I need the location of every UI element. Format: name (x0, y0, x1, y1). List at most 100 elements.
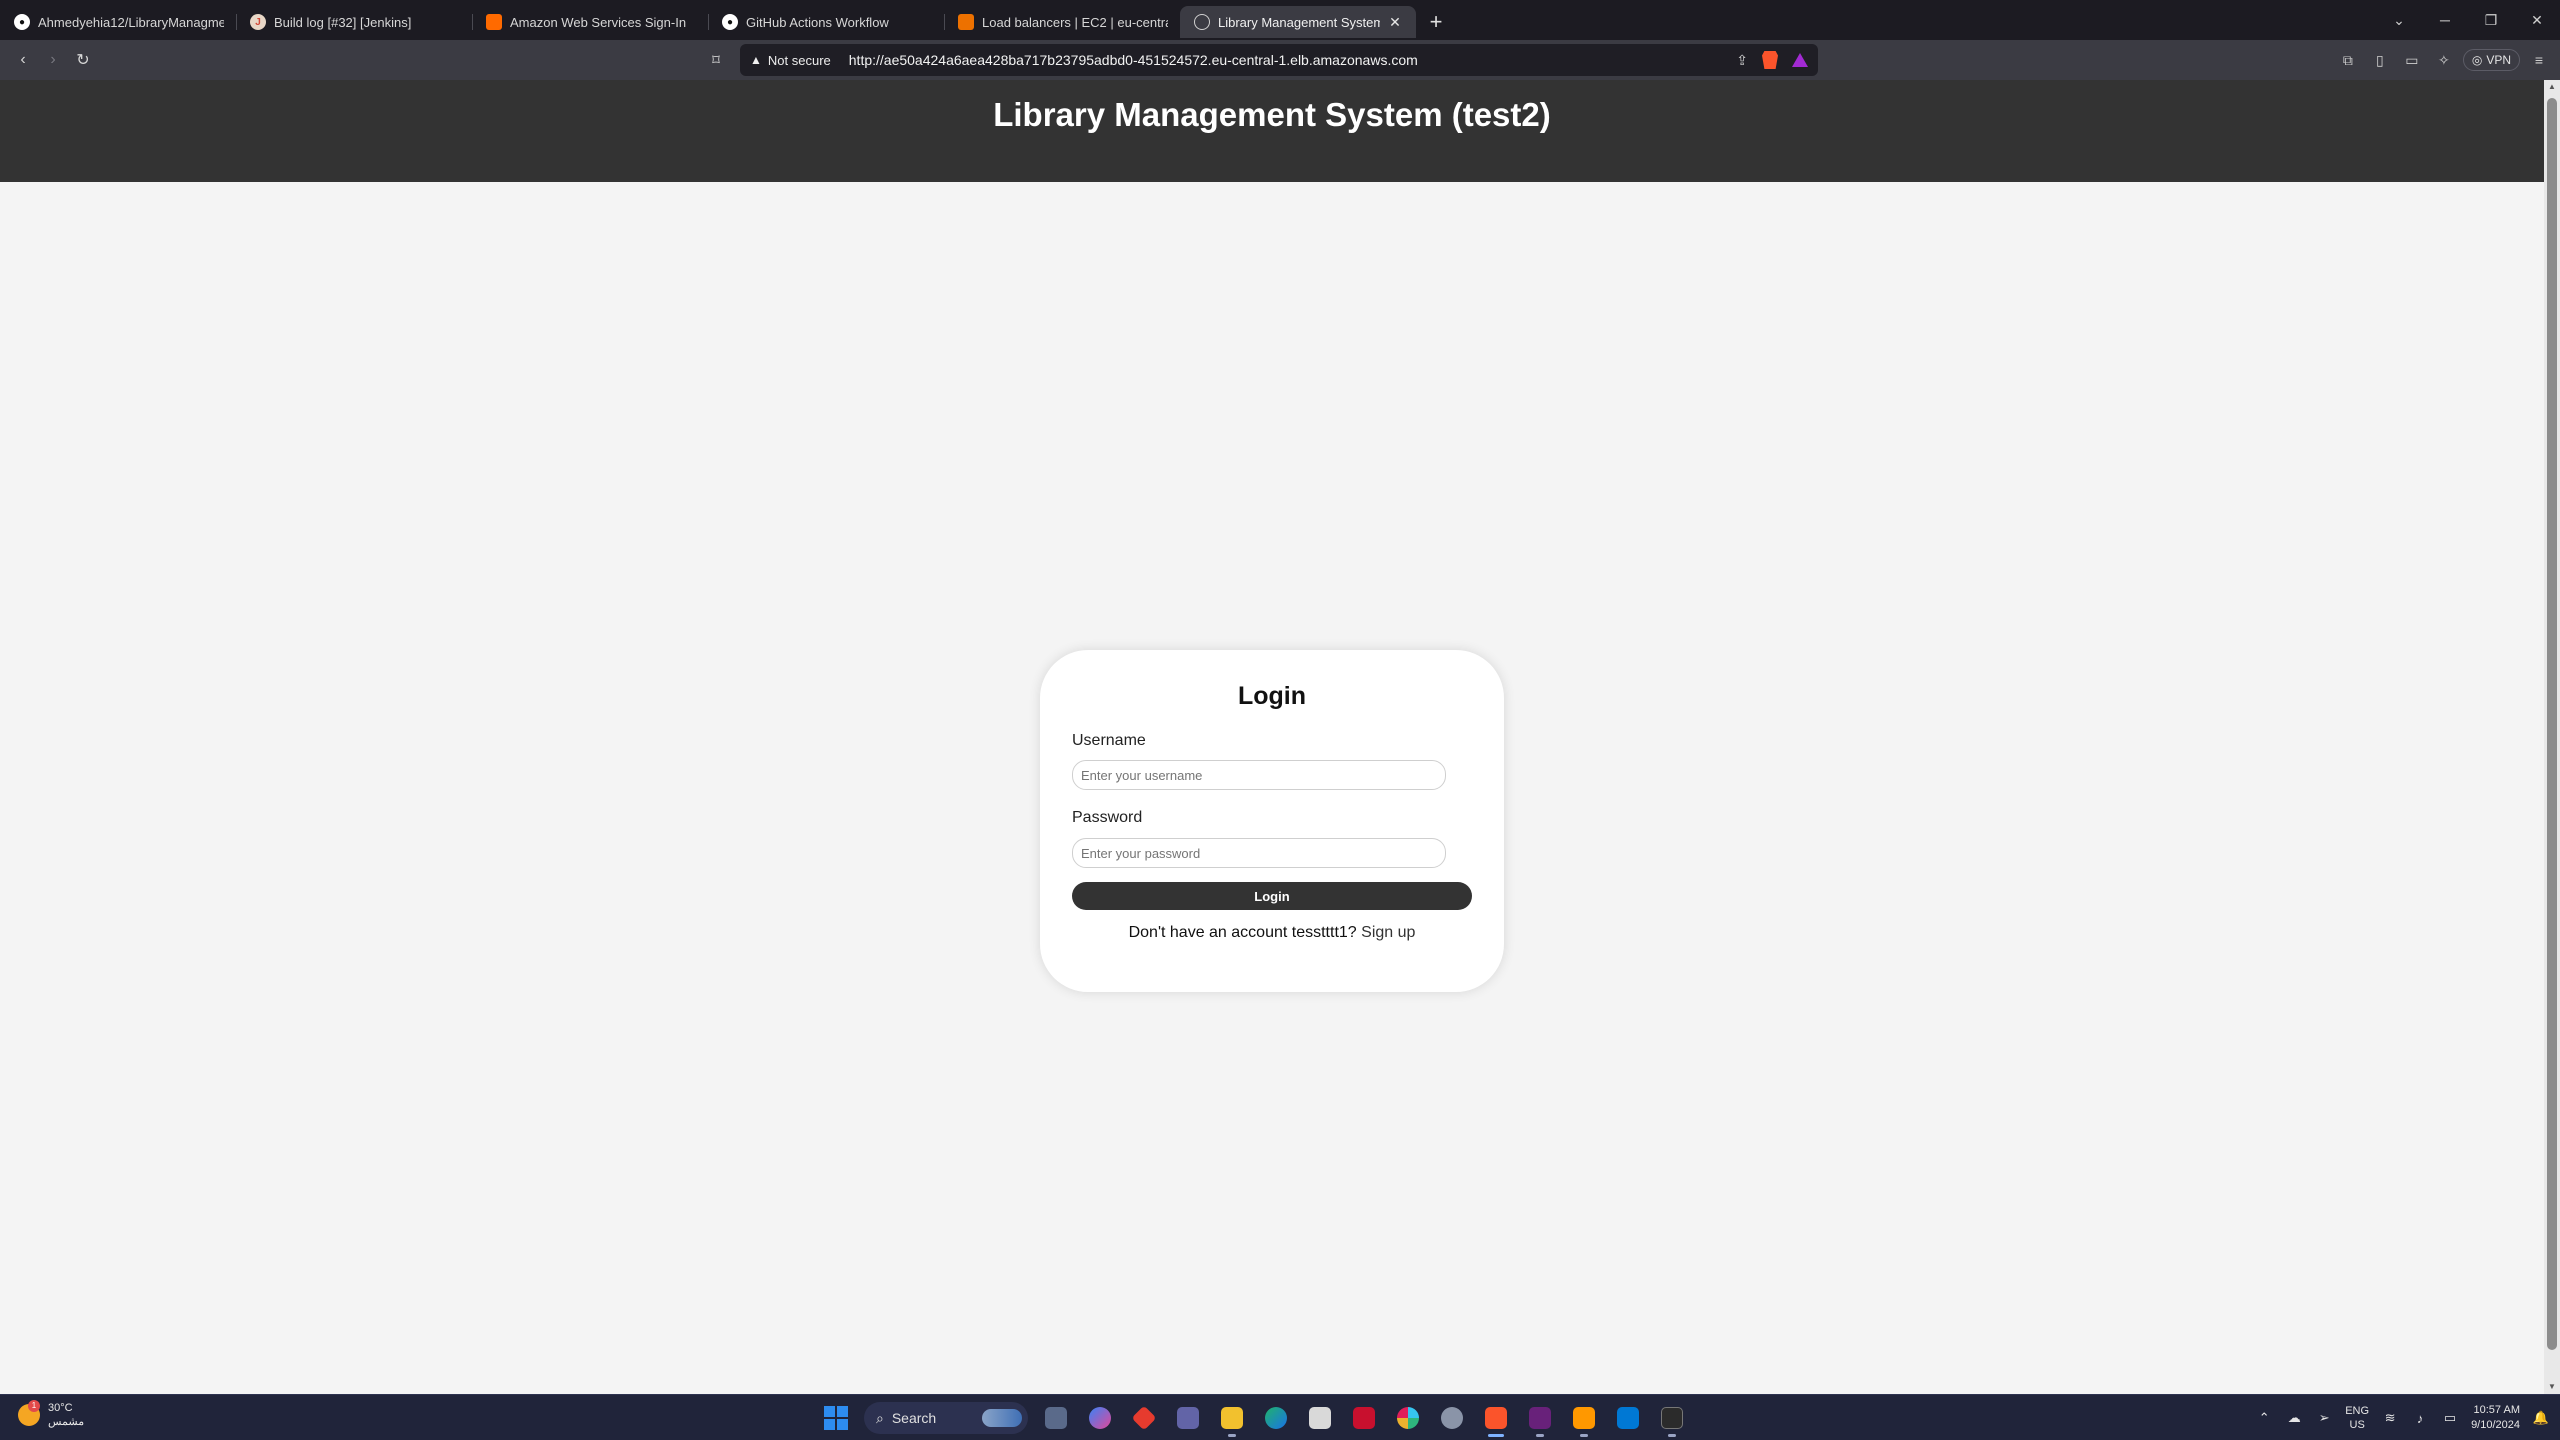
password-input[interactable] (1072, 838, 1446, 868)
globe-icon (1194, 14, 1210, 30)
tab-github-repo[interactable]: ● Ahmedyehia12/LibraryManagment (0, 6, 236, 38)
clock[interactable]: 10:57 AM 9/10/2024 (2471, 1403, 2520, 1433)
tab-jenkins-build-log[interactable]: J Build log [#32] [Jenkins] (236, 6, 472, 38)
window-controls: ⌄ ─ ❐ ✕ (2376, 0, 2560, 40)
toolbar-right-actions: ⧉ ▯ ▭ ✧ ◎ VPN ≡ (2335, 40, 2560, 80)
tab-list-chevron-icon[interactable]: ⌄ (2376, 0, 2422, 40)
battery-icon[interactable]: ▭ (2441, 1410, 2459, 1426)
bookmark-icon[interactable]: ⌑ (704, 45, 728, 75)
task-view-icon[interactable] (1040, 1402, 1072, 1434)
tab-library-management[interactable]: Library Management System - (test2) ✕ (1180, 6, 1416, 38)
site-header: Library Management System (test2) (0, 80, 2544, 182)
vpn-icon: ◎ (2471, 53, 2483, 67)
teams-icon[interactable] (1172, 1402, 1204, 1434)
windows-start-icon[interactable] (820, 1402, 852, 1434)
weather-temp: 30°C (48, 1402, 73, 1414)
brave-rewards-icon[interactable] (1792, 53, 1808, 67)
terminal-icon[interactable] (1656, 1402, 1688, 1437)
language-indicator[interactable]: ENG US (2345, 1404, 2369, 1432)
system-tray: ⌃ ☁ ➢ ENG US ≋ ♪ ▭ 10:57 AM 9/10/2024 🔔 (2255, 1395, 2550, 1440)
sun-icon: 1 (18, 1400, 40, 1426)
notification-bell-icon[interactable]: 🔔 (2532, 1410, 2550, 1426)
vscode-icon[interactable] (1612, 1402, 1644, 1434)
chevron-up-icon[interactable]: ⌃ (2255, 1410, 2273, 1426)
url-text[interactable]: http://ae50a424a6aea428ba717b23795adbd0-… (849, 52, 1418, 68)
notification-badge: 1 (28, 1400, 40, 1412)
share-icon[interactable]: ⇪ (1736, 52, 1748, 69)
mcafee-icon[interactable] (1348, 1402, 1380, 1434)
back-arrow-icon[interactable]: ‹ (8, 45, 38, 75)
signup-prompt: Don't have an account tesstttt1? (1128, 924, 1357, 941)
page-scrollbar[interactable]: ▲ ▼ (2544, 80, 2560, 1394)
username-input[interactable] (1072, 760, 1446, 790)
username-label: Username (1072, 732, 1146, 749)
brave-browser-icon[interactable] (1480, 1402, 1512, 1437)
slack-icon[interactable] (1392, 1402, 1424, 1434)
restore-icon[interactable]: ❐ (2468, 0, 2514, 40)
edge-icon[interactable] (1260, 1402, 1292, 1434)
scroll-up-arrow-icon[interactable]: ▲ (2544, 80, 2560, 94)
ec2-icon (958, 14, 974, 30)
tab-title: GitHub Actions Workflow (746, 14, 889, 30)
signup-prompt-line: Don't have an account tesstttt1? Sign up (1040, 924, 1504, 942)
password-label: Password (1072, 809, 1143, 826)
taskbar-search[interactable]: ⌕ Search (864, 1402, 1028, 1434)
sublime-icon[interactable] (1568, 1402, 1600, 1437)
copilot-icon[interactable] (1084, 1402, 1116, 1434)
microsoft-store-icon[interactable] (1304, 1402, 1336, 1434)
wifi-icon[interactable]: ≋ (2381, 1410, 2399, 1426)
search-label: Search (891, 1410, 937, 1426)
github-icon: ● (14, 14, 30, 30)
wallet-icon[interactable]: ▭ (2399, 47, 2425, 73)
search-icon: ⌕ (876, 1409, 884, 1426)
address-bar[interactable]: ▲ Not secure http://ae50a424a6aea428ba71… (740, 44, 1818, 76)
scrollbar-thumb[interactable] (2547, 98, 2557, 1350)
warning-triangle-icon: ▲ (750, 53, 762, 67)
login-form: Login Username Password Login Don't have… (1040, 650, 1504, 992)
file-explorer-icon[interactable] (1216, 1402, 1248, 1437)
windows-taskbar: 1 30°C مشمس ⌕ Search ⌃ ☁ ➢ ENG US ≋ ♪ ▭ … (0, 1394, 2560, 1440)
close-tab-icon[interactable]: ✕ (1386, 14, 1404, 31)
aws-icon (486, 14, 502, 30)
speaker-icon[interactable]: ♪ (2411, 1411, 2429, 1426)
clock-date: 9/10/2024 (2471, 1419, 2520, 1431)
leo-ai-icon[interactable]: ✧ (2431, 47, 2457, 73)
vpn-button[interactable]: ◎ VPN (2462, 49, 2520, 71)
security-label: Not secure (767, 52, 831, 68)
login-button[interactable]: Login (1072, 882, 1472, 910)
menu-icon[interactable]: ≡ (2526, 47, 2552, 73)
signup-link[interactable]: Sign up (1361, 924, 1415, 941)
new-tab-button[interactable]: + (1420, 6, 1452, 38)
sidebar-icon[interactable]: ▯ (2367, 47, 2393, 73)
jenkins-icon: J (250, 14, 266, 30)
page-title: Library Management System (test2) (993, 96, 1551, 133)
close-window-icon[interactable]: ✕ (2514, 0, 2560, 40)
minimize-icon[interactable]: ─ (2422, 0, 2468, 40)
browser-tab-strip: ● Ahmedyehia12/LibraryManagment J Build … (0, 0, 2560, 40)
tab-github-actions[interactable]: ● GitHub Actions Workflow (708, 6, 944, 38)
tab-title: Ahmedyehia12/LibraryManagment (38, 14, 224, 30)
search-highlight-image (982, 1409, 1022, 1427)
scroll-down-arrow-icon[interactable]: ▼ (2544, 1380, 2560, 1394)
weather-widget[interactable]: 1 30°C مشمس (18, 1400, 84, 1429)
weather-desc: مشمس (48, 1416, 85, 1428)
settings-gear-icon[interactable] (1436, 1402, 1468, 1434)
tab-load-balancers[interactable]: Load balancers | EC2 | eu-central-1 (944, 6, 1180, 38)
git-icon[interactable] (1128, 1402, 1160, 1434)
tab-title: Load balancers | EC2 | eu-central-1 (982, 14, 1168, 30)
reload-icon[interactable]: ↻ (68, 45, 98, 75)
security-indicator[interactable]: ▲ Not secure (750, 53, 831, 68)
address-bar-actions: ⇪ (1736, 44, 1808, 76)
forward-arrow-icon[interactable]: › (38, 45, 68, 75)
keyboard-region: US (2349, 1419, 2365, 1431)
weather-text: 30°C مشمس (48, 1401, 84, 1429)
location-icon[interactable]: ➢ (2315, 1410, 2333, 1426)
login-heading: Login (1237, 682, 1307, 710)
tab-title: Build log [#32] [Jenkins] (274, 14, 412, 30)
visual-studio-icon[interactable] (1524, 1402, 1556, 1437)
tab-title: Amazon Web Services Sign-In (510, 14, 687, 30)
extensions-icon[interactable]: ⧉ (2335, 47, 2361, 73)
onedrive-icon[interactable]: ☁ (2285, 1410, 2303, 1426)
brave-shields-icon[interactable] (1762, 51, 1778, 69)
tab-aws-sign-in[interactable]: Amazon Web Services Sign-In (472, 6, 708, 38)
